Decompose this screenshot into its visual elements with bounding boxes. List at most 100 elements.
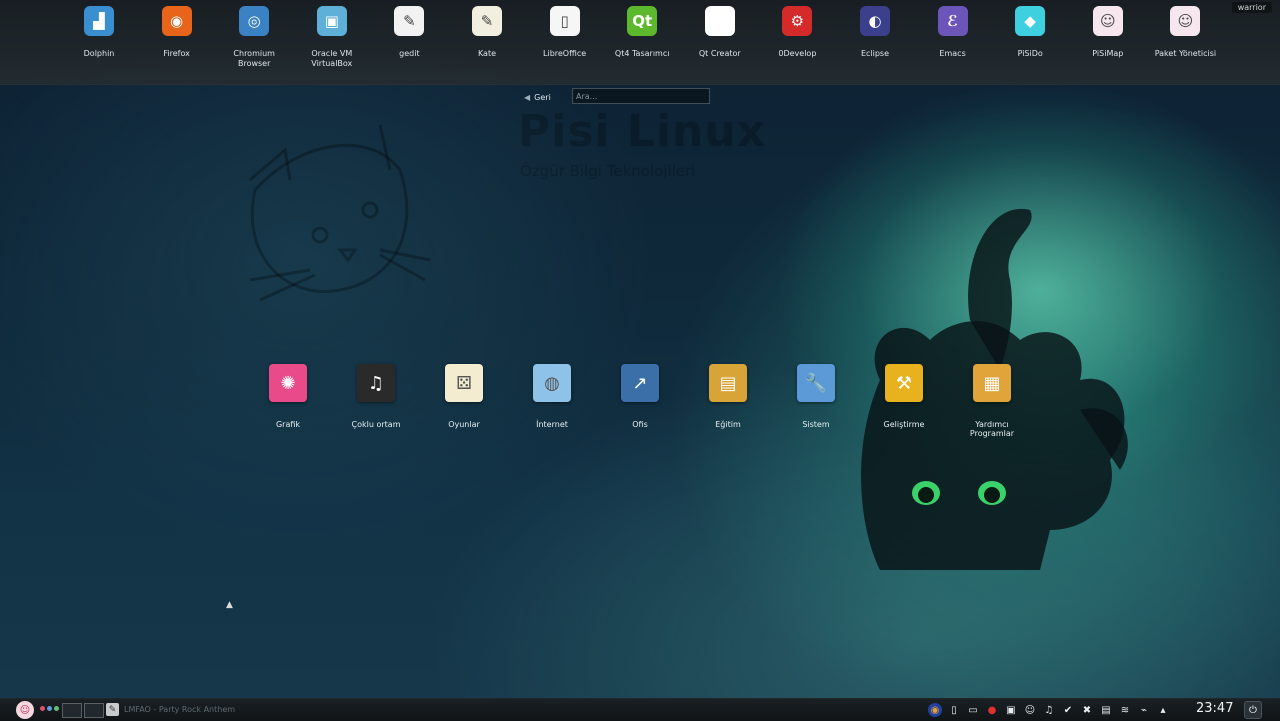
display-icon[interactable]: ▤ <box>1099 703 1113 717</box>
desktop-switcher-1[interactable] <box>62 703 82 718</box>
category-label: Sistem <box>802 420 830 429</box>
network-icon[interactable]: ◉ <box>928 703 942 717</box>
system-icon: 🔧 <box>797 364 835 402</box>
favorite-app-label: LibreOffice <box>543 49 587 58</box>
category-label: Oyunlar <box>448 420 480 429</box>
category-office[interactable]: ↗ Ofis <box>600 364 680 429</box>
category-internet[interactable]: ◍ İnternet <box>512 364 592 429</box>
back-arrow-icon: ◀ <box>524 92 531 102</box>
pager-dot <box>47 706 52 711</box>
favorite-app-label: Emacs <box>939 49 966 58</box>
category-development[interactable]: ⚒ Geliştirme <box>864 364 944 429</box>
virtualbox-icon: ▣ <box>316 6 347 36</box>
favorite-app-label: 0Develop <box>778 49 817 58</box>
office-icon: ↗ <box>621 364 659 402</box>
favorite-app-pisimap[interactable]: ☺ PiSiMap <box>1071 6 1145 59</box>
taskbar-window-title: LMFAO - Party Rock Anthem <box>124 705 236 714</box>
user-badge[interactable]: warrior <box>1231 2 1272 13</box>
category-label: Grafik <box>275 420 301 429</box>
pager-dot <box>54 706 59 711</box>
favorite-app-package-manager[interactable]: ☺ Paket Yöneticisi <box>1148 6 1222 59</box>
desktop-switcher-2[interactable] <box>84 703 104 718</box>
pager-dot <box>40 706 45 711</box>
category-label: Geliştirme <box>883 420 925 429</box>
search-input[interactable] <box>572 88 710 104</box>
favorite-app-label: gedit <box>399 49 420 58</box>
graphics-icon: ✺ <box>269 364 307 402</box>
qt-creator-icon <box>704 6 735 36</box>
record-icon[interactable]: ● <box>985 703 999 717</box>
favorite-app-label: Kate <box>477 49 497 58</box>
power-icon: ⏻ <box>1249 704 1257 716</box>
category-system[interactable]: 🔧 Sistem <box>776 364 856 429</box>
favorite-app-label: Qt4 Tasarımcı <box>614 49 670 58</box>
favorite-app-label: Eclipse <box>860 49 890 58</box>
check-icon[interactable]: ✔ <box>1061 703 1075 717</box>
education-icon: ▤ <box>709 364 747 402</box>
start-menu-button[interactable]: ☺ <box>16 701 34 719</box>
favorite-app-qt-designer[interactable]: Qt Qt4 Tasarımcı <box>605 6 679 59</box>
favorite-app-eclipse[interactable]: ◐ Eclipse <box>838 6 912 59</box>
media-icon[interactable]: ▣ <box>1004 703 1018 717</box>
category-graphics[interactable]: ✺ Grafik <box>248 364 328 429</box>
utilities-icon: ▦ <box>973 364 1011 402</box>
favorite-app-chromium[interactable]: ◎ Chromium Browser <box>217 6 291 69</box>
distro-watermark-title: Pisi Linux <box>518 106 767 157</box>
cat-launcher-icon: ☺ <box>19 704 31 716</box>
favorite-app-label: PiSiDo <box>1017 49 1043 58</box>
category-label: İnternet <box>536 420 568 429</box>
back-label: Geri <box>534 92 551 102</box>
category-education[interactable]: ▤ Eğitim <box>688 364 768 429</box>
favorite-app-virtualbox[interactable]: ▣ Oracle VM VirtualBox <box>295 6 369 69</box>
wifi-icon[interactable]: ≋ <box>1118 703 1132 717</box>
usb-icon[interactable]: ⌁ <box>1137 703 1151 717</box>
favorite-app-qt-creator[interactable]: Qt Creator <box>683 6 757 59</box>
category-games[interactable]: ⚄ Oyunlar <box>424 364 504 429</box>
category-label: Eğitim <box>715 420 741 429</box>
games-icon: ⚄ <box>445 364 483 402</box>
favorite-app-label: PiSiMap <box>1092 49 1124 58</box>
kdevelop-icon: ⚙ <box>782 6 813 36</box>
back-button[interactable]: ◀ Geri <box>524 90 551 104</box>
favorite-app-firefox[interactable]: ◉ Firefox <box>140 6 214 59</box>
chromium-icon: ◎ <box>239 6 270 36</box>
favorite-app-emacs[interactable]: ℰ Emacs <box>916 6 990 59</box>
clipboard-icon[interactable]: ▯ <box>947 703 961 717</box>
category-label: Çoklu ortam <box>351 420 401 429</box>
favorite-app-label: Paket Yöneticisi <box>1154 49 1217 58</box>
emacs-icon: ℰ <box>937 6 968 36</box>
distro-watermark-subtitle: Özgür Bilgi Teknolojileri <box>520 162 696 180</box>
favorite-app-label: Chromium Browser <box>233 49 275 68</box>
pisimap-icon: ☺ <box>1092 6 1123 36</box>
window-icon[interactable]: ▭ <box>966 703 980 717</box>
favorite-app-gedit[interactable]: ✎ gedit <box>372 6 446 59</box>
multimedia-icon: ♫ <box>357 364 395 402</box>
taskbar-window-item[interactable]: ✎ LMFAO - Party Rock Anthem <box>106 701 256 718</box>
favorite-app-libreoffice[interactable]: ▯ LibreOffice <box>528 6 602 59</box>
clock[interactable]: 23:47 <box>1196 701 1233 716</box>
music-icon[interactable]: ♫ <box>1042 703 1056 717</box>
window-app-icon: ✎ <box>106 703 119 716</box>
eclipse-icon: ◐ <box>860 6 890 36</box>
desktop-pager[interactable] <box>40 706 59 711</box>
qt-designer-icon: Qt <box>627 6 658 36</box>
favorite-app-kdevelop[interactable]: ⚙ 0Develop <box>760 6 834 59</box>
tools-icon[interactable]: ✖ <box>1080 703 1094 717</box>
favorite-app-pisido[interactable]: ◆ PiSiDo <box>993 6 1067 59</box>
internet-icon: ◍ <box>533 364 571 402</box>
system-tray: ◉ ▯ ▭ ● ▣ ☺ ♫ ✔ ✖ ▤ ≋ ⌁ ▴ <box>928 701 1170 719</box>
cat-icon[interactable]: ☺ <box>1023 703 1037 717</box>
arrow-up-icon[interactable]: ▴ <box>1156 703 1170 717</box>
favorite-app-kate[interactable]: ✎ Kate <box>450 6 524 59</box>
category-multimedia[interactable]: ♫ Çoklu ortam <box>336 364 416 429</box>
favorite-app-label: Oracle VM VirtualBox <box>311 49 353 68</box>
favorite-app-dolphin[interactable]: ▟ Dolphin <box>62 6 136 59</box>
libreoffice-icon: ▯ <box>549 6 580 36</box>
development-icon: ⚒ <box>885 364 923 402</box>
package-manager-icon: ☺ <box>1170 6 1201 36</box>
favorites-panel: ▟ Dolphin ◉ Firefox ◎ Chromium Browser ▣ Oracle… <box>0 0 1280 85</box>
taskbar: ☺ ✎ LMFAO - Party Rock Anthem ◉ ▯ ▭ ● ▣ ☺ ♫ ✔ ✖ ▤… <box>0 698 1280 721</box>
power-button[interactable]: ⏻ <box>1244 701 1262 719</box>
category-utilities[interactable]: ▦ Yardımcı Programlar <box>952 364 1032 438</box>
cat-logo-watermark <box>249 124 431 302</box>
